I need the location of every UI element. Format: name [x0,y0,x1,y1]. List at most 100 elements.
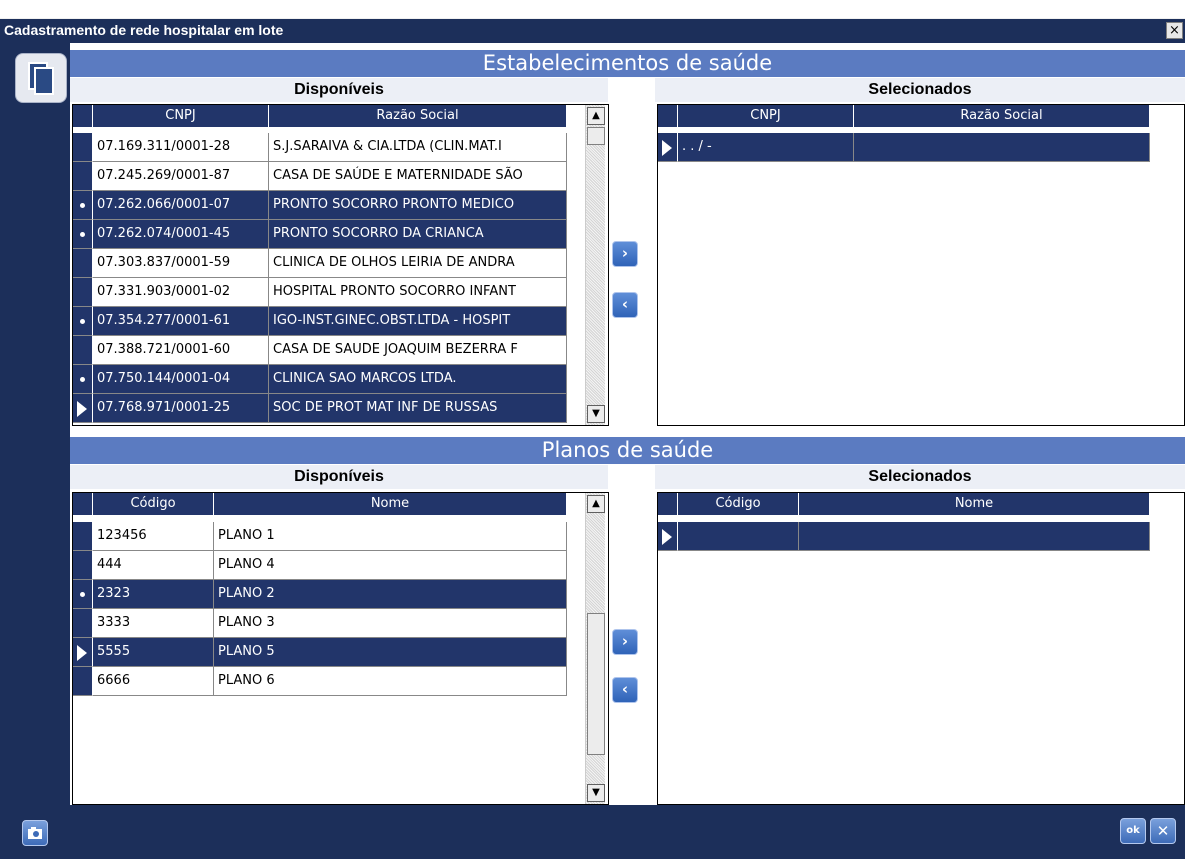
planos-disponiveis-scrollbar[interactable]: ▲ ▼ [585,493,605,804]
table-row[interactable]: 07.169.311/0001-28 S.J.SARAIVA & CIA.LTDA… [73,133,567,162]
scroll-down-icon[interactable]: ▼ [587,784,605,802]
remove-plano-button[interactable]: ‹ [612,677,638,703]
estab-selecionados-grid[interactable]: CNPJ Razão Social . . / - [657,104,1185,426]
cell-nome: PLANO 3 [214,609,567,638]
header-indicator [73,493,93,515]
table-row[interactable]: 07.262.066/0001-07 PRONTO SOCORRO PRONTO … [73,191,567,220]
row-indicator [73,220,93,249]
table-row[interactable] [658,522,1150,551]
column-header-cnpj[interactable]: CNPJ [678,105,854,127]
planos-disponiveis-grid[interactable]: Código Nome 123456 PLANO 1 444 PLANO 4 232… [72,492,609,805]
column-header-razao-social[interactable]: Razão Social [854,105,1150,127]
cell-razao-social[interactable] [854,133,1150,162]
scroll-thumb[interactable] [587,127,605,145]
table-row[interactable]: 07.388.721/0001-60 CASA DE SAUDE JOAQUIM … [73,336,567,365]
grid-header: Código Nome [658,493,1150,515]
cell-cnpj: 07.331.903/0001-02 [93,278,269,307]
table-row[interactable]: 6666 PLANO 6 [73,667,567,696]
window-titlebar: Cadastramento de rede hospitalar em lote… [0,18,1185,43]
current-row-arrow-icon [662,529,672,545]
planos-selecionados-grid[interactable]: Código Nome [657,492,1185,805]
selected-dot-icon [80,592,85,597]
camera-button[interactable] [22,820,48,846]
row-indicator [73,394,93,423]
row-indicator [73,365,93,394]
row-indicator [73,551,93,580]
table-row[interactable]: 3333 PLANO 3 [73,609,567,638]
add-plano-button[interactable]: › [612,629,638,655]
cell-cnpj: 07.750.144/0001-04 [93,365,269,394]
cell-nome: PLANO 1 [214,522,567,551]
section-planos-title: Planos de saúde [70,437,1185,464]
column-header-cnpj[interactable]: CNPJ [93,105,269,127]
cell-codigo: 5555 [93,638,214,667]
row-indicator [73,191,93,220]
cell-razao-social: SOC DE PROT MAT INF DE RUSSAS [269,394,567,423]
cell-razao-social: CASA DE SAÚDE E MATERNIDADE SÃO [269,162,567,191]
estab-disponiveis-scrollbar[interactable]: ▲ ▼ [585,105,605,425]
table-row[interactable]: . . / - [658,133,1150,162]
column-header-nome[interactable]: Nome [214,493,567,515]
scroll-thumb[interactable] [587,613,605,755]
cell-razao-social: HOSPITAL PRONTO SOCORRO INFANT [269,278,567,307]
cell-cnpj: 07.388.721/0001-60 [93,336,269,365]
table-row[interactable]: 07.331.903/0001-02 HOSPITAL PRONTO SOCORR… [73,278,567,307]
table-row[interactable]: 07.262.074/0001-45 PRONTO SOCORRO DA CRIA… [73,220,567,249]
row-indicator [73,580,93,609]
table-row[interactable]: 123456 PLANO 1 [73,522,567,551]
current-row-arrow-icon [77,645,87,661]
table-row[interactable]: 07.245.269/0001-87 CASA DE SAÚDE E MATERN… [73,162,567,191]
table-row[interactable]: 07.303.837/0001-59 CLINICA DE OLHOS LEIRI… [73,249,567,278]
cell-cnpj: 07.262.066/0001-07 [93,191,269,220]
row-indicator [73,133,93,162]
cell-cnpj[interactable]: . . / - [678,133,854,162]
left-sidebar [0,43,70,805]
table-row[interactable]: 07.768.971/0001-25 SOC DE PROT MAT INF DE… [73,394,567,423]
remove-estabelecimento-button[interactable]: ‹ [612,292,638,318]
row-indicator [658,522,678,551]
cell-nome[interactable] [799,522,1150,551]
row-indicator [73,278,93,307]
row-indicator [73,609,93,638]
scroll-up-icon[interactable]: ▲ [587,495,605,513]
cell-nome: PLANO 6 [214,667,567,696]
copy-documents-button[interactable] [15,53,67,103]
ok-button[interactable]: ok [1120,818,1146,844]
cell-codigo[interactable] [678,522,799,551]
cell-codigo: 2323 [93,580,214,609]
column-header-codigo[interactable]: Código [678,493,799,515]
grid-header: CNPJ Razão Social [73,105,567,127]
current-row-arrow-icon [77,401,87,417]
column-header-razao-social[interactable]: Razão Social [269,105,567,127]
cell-cnpj: 07.169.311/0001-28 [93,133,269,162]
cell-razao-social: CASA DE SAUDE JOAQUIM BEZERRA F [269,336,567,365]
table-row[interactable]: 2323 PLANO 2 [73,580,567,609]
grid-header: CNPJ Razão Social [658,105,1150,127]
selected-dot-icon [80,377,85,382]
table-row[interactable]: 5555 PLANO 5 [73,638,567,667]
cancel-button[interactable]: ✕ [1150,818,1176,844]
estab-disponiveis-grid[interactable]: CNPJ Razão Social 07.169.311/0001-28 S.J.… [72,104,609,426]
cell-cnpj: 07.245.269/0001-87 [93,162,269,191]
table-row[interactable]: 07.354.277/0001-61 IGO-INST.GINEC.OBST.LT… [73,307,567,336]
cell-cnpj: 07.262.074/0001-45 [93,220,269,249]
footer-bar: ok ✕ [0,805,1185,859]
column-header-codigo[interactable]: Código [93,493,214,515]
estab-selecionados-label: Selecionados [655,78,1185,102]
table-row[interactable]: 444 PLANO 4 [73,551,567,580]
header-indicator [658,105,678,127]
cell-nome: PLANO 2 [214,580,567,609]
add-estabelecimento-button[interactable]: › [612,241,638,267]
row-indicator [73,667,93,696]
cell-codigo: 3333 [93,609,214,638]
row-indicator [658,133,678,162]
scroll-up-icon[interactable]: ▲ [587,107,605,125]
table-row[interactable]: 07.750.144/0001-04 CLINICA SAO MARCOS LTD… [73,365,567,394]
row-indicator [73,249,93,278]
row-indicator [73,307,93,336]
column-header-nome[interactable]: Nome [799,493,1150,515]
close-window-button[interactable]: × [1166,22,1183,39]
scroll-down-icon[interactable]: ▼ [587,405,605,423]
selected-dot-icon [80,319,85,324]
cell-razao-social: S.J.SARAIVA & CIA.LTDA (CLIN.MAT.I [269,133,567,162]
